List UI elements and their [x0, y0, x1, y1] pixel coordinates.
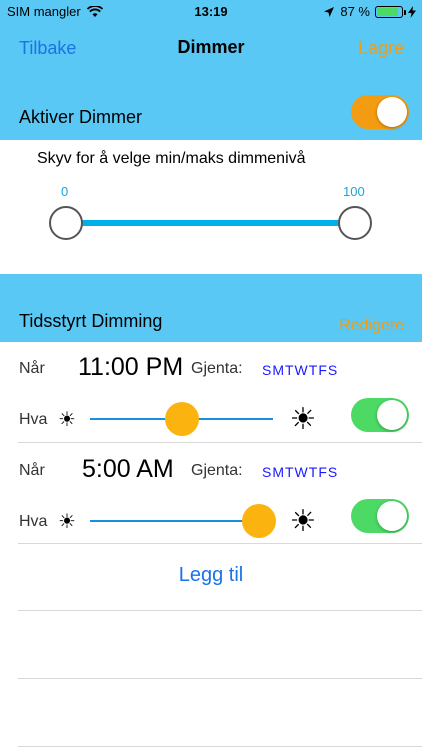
location-arrow-icon	[324, 6, 335, 17]
divider	[18, 746, 422, 747]
dimmer-header: Aktiver Dimmer	[0, 72, 422, 140]
status-right: 87 %	[323, 4, 416, 19]
repeat-label: Gjenta:	[191, 360, 243, 377]
edit-button[interactable]: Redigere	[339, 317, 404, 335]
charging-bolt-icon	[408, 5, 416, 18]
divider	[18, 610, 422, 611]
schedule-toggle[interactable]	[351, 398, 409, 432]
nav-bar: Tilbake Dimmer Lagre	[0, 24, 422, 72]
scheduled-header: Tidsstyrt Dimming Redigere	[0, 274, 422, 342]
range-min-label: 0	[61, 184, 69, 199]
toggle-knob	[377, 400, 407, 430]
battery-fill	[377, 7, 398, 16]
range-min-thumb[interactable]	[49, 206, 83, 240]
divider	[18, 442, 422, 443]
sun-bright-icon: ☀	[289, 402, 317, 436]
what-label: Hva	[19, 411, 48, 428]
range-max-label: 100	[343, 184, 365, 199]
repeat-label: Gjenta:	[191, 462, 243, 479]
enable-dimmer-label: Aktiver Dimmer	[19, 107, 143, 127]
brightness-thumb[interactable]	[165, 402, 199, 436]
sun-dim-icon: ☀	[58, 408, 76, 431]
battery-icon	[375, 5, 406, 18]
schedule-time[interactable]: 11:00 PM	[78, 353, 183, 382]
divider	[18, 543, 422, 544]
schedule-time[interactable]: 5:00 AM	[82, 455, 174, 484]
range-title: Skyv for å velge min/maks dimmenivå	[37, 150, 306, 167]
add-button[interactable]: Legg til	[0, 564, 422, 587]
toggle-knob	[377, 97, 407, 127]
range-track	[66, 220, 355, 226]
what-label: Hva	[19, 513, 48, 530]
status-bar: SIM mangler 13:19 87 %	[0, 0, 422, 24]
brightness-thumb[interactable]	[242, 504, 276, 538]
sun-dim-icon: ☀	[58, 510, 76, 533]
repeat-days[interactable]: SMTWTFS	[262, 362, 338, 378]
enable-dimmer-toggle[interactable]	[351, 95, 409, 129]
save-button[interactable]: Lagre	[358, 38, 404, 59]
sun-bright-icon: ☀	[289, 504, 317, 538]
when-label: Når	[19, 462, 45, 479]
schedule-toggle[interactable]	[351, 499, 409, 533]
repeat-days[interactable]: SMTWTFS	[262, 464, 338, 480]
scheduled-title: Tidsstyrt Dimming	[19, 311, 163, 331]
battery-percent: 87 %	[340, 4, 370, 19]
divider	[18, 678, 422, 679]
toggle-knob	[377, 501, 407, 531]
when-label: Når	[19, 360, 45, 377]
range-max-thumb[interactable]	[338, 206, 372, 240]
